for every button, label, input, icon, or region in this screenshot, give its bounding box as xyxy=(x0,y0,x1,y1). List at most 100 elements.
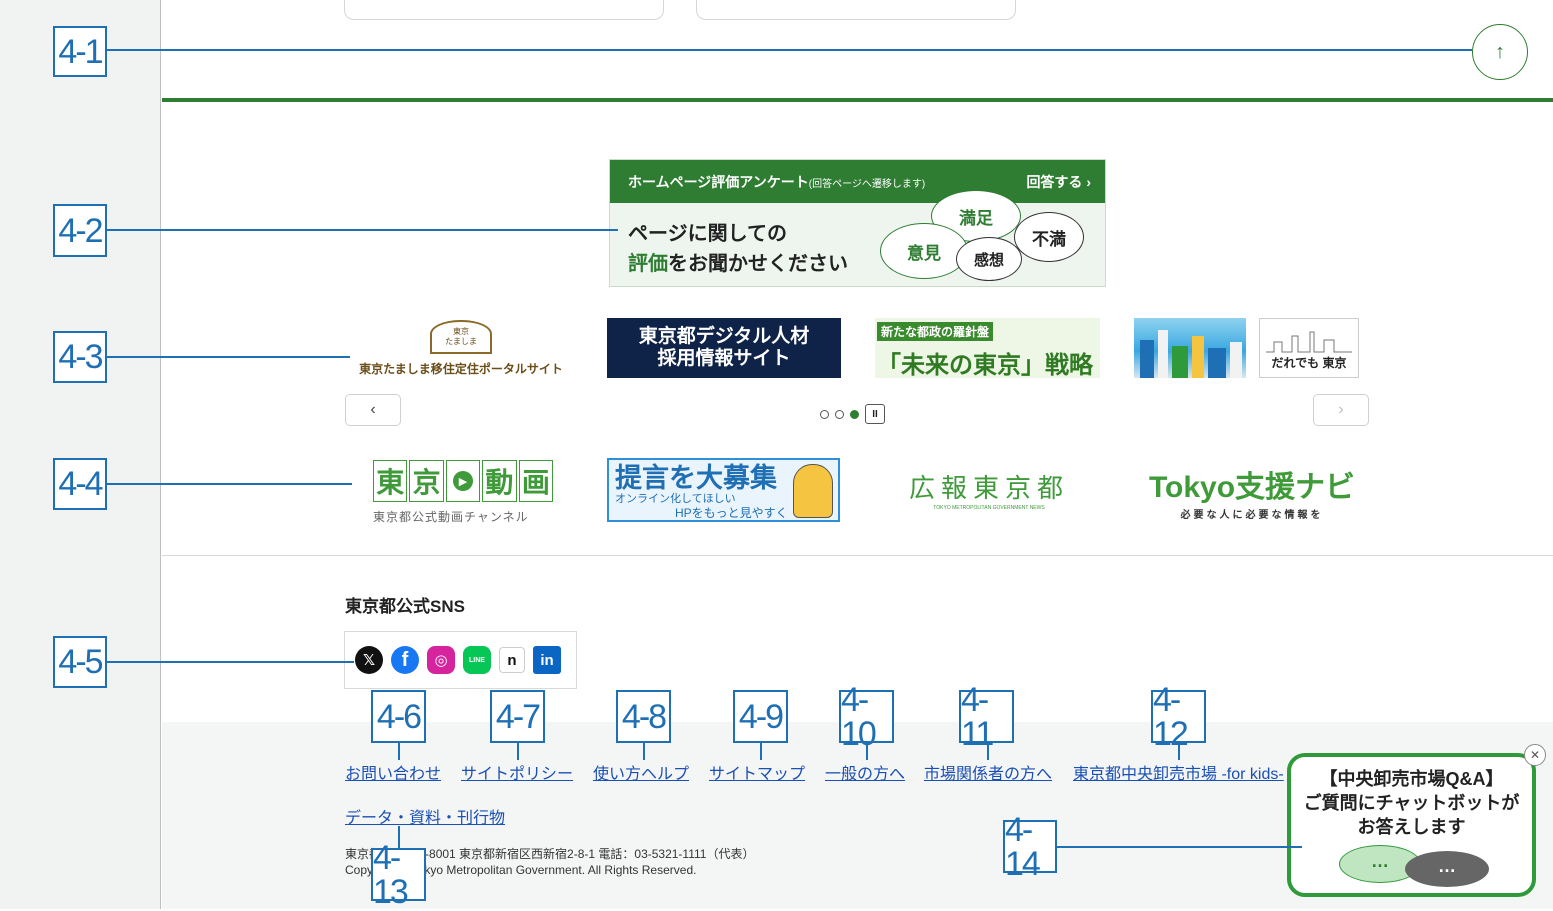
annotation-label: 4-8 xyxy=(616,690,671,743)
chatbot-line1: 【中央卸売市場Q&A】 xyxy=(1319,769,1504,789)
city-banner-image[interactable] xyxy=(1134,318,1246,378)
kids-link[interactable]: 東京都中央卸売市場 -for kids- xyxy=(1073,760,1284,784)
daredemo-tokyo-banner[interactable]: だれでも 東京 xyxy=(1259,318,1359,378)
annotation-line xyxy=(398,742,400,760)
site-policy-link[interactable]: サイトポリシー xyxy=(461,760,573,784)
kouhou-banner[interactable]: 広報東京都 TOKYO METROPOLITAN GOVERNMENT NEWS xyxy=(904,468,1074,511)
sns-heading: 東京都公式SNS xyxy=(345,597,465,616)
arrow-up-icon: ↑ xyxy=(1495,40,1505,63)
carousel-dot[interactable] xyxy=(820,409,829,419)
annotation-label: 4-9 xyxy=(733,690,788,743)
house-icon: 東京 たましま xyxy=(430,319,492,354)
linkedin-icon[interactable]: in xyxy=(533,646,561,674)
douga-char: 画 xyxy=(518,460,554,502)
play-icon: ▶ xyxy=(445,460,481,502)
survey-answer-link[interactable]: 回答する › xyxy=(1026,172,1091,192)
annotation-label: 4-10 xyxy=(839,683,894,751)
carousel-dot-active[interactable] xyxy=(850,409,859,419)
douga-char: 動 xyxy=(482,460,517,502)
navi-subtitle: 必要な人に必要な情報を xyxy=(1180,510,1324,521)
sitemap-link[interactable]: サイトマップ xyxy=(709,760,805,784)
pause-icon: II xyxy=(872,408,878,420)
back-to-top-button[interactable]: ↑ xyxy=(1472,24,1528,80)
footer-divider xyxy=(162,555,1553,556)
help-link[interactable]: 使い方ヘルプ xyxy=(593,760,689,784)
left-sidebar xyxy=(0,0,161,909)
annotation-line xyxy=(106,356,350,358)
annotation-label: 4-2 xyxy=(53,204,107,257)
douga-char: 京 xyxy=(409,460,444,502)
annotation-label: 4-6 xyxy=(371,690,426,743)
support-navi-banner[interactable]: Tokyo支援ナビ 必要な人に必要な情報を xyxy=(1147,462,1357,521)
note-icon[interactable]: n xyxy=(499,647,525,673)
carousel-indicators: II xyxy=(820,404,885,424)
chevron-left-icon: ‹ xyxy=(370,401,376,418)
section-divider xyxy=(162,98,1553,102)
survey-header: ホームページ評価アンケート(回答ページへ遷移します) 回答する › xyxy=(610,160,1105,203)
navi-title: Tokyo支援ナビ xyxy=(1148,471,1356,504)
douga-char: 東 xyxy=(373,460,408,502)
digital-banner-line1: 東京都デジタル人材 xyxy=(638,326,810,347)
future-tokyo-banner[interactable]: 新たな都政の羅針盤 「未来の東京」戦略 xyxy=(875,318,1100,379)
general-public-link[interactable]: 一般の方へ xyxy=(825,760,905,784)
skyline-outline-icon xyxy=(1266,331,1352,353)
sns-links: 𝕏 f ◎ LINE n in xyxy=(344,631,577,689)
survey-title-note: (回答ページへ遷移します) xyxy=(808,178,926,190)
chatbot-widget[interactable]: 【中央卸売市場Q&A】 ご質問にチャットボットが お答えします … … xyxy=(1287,753,1536,897)
facebook-icon[interactable]: f xyxy=(391,646,419,674)
chevron-right-icon: › xyxy=(1338,401,1344,418)
digital-banner-line2: 採用情報サイト xyxy=(657,348,791,369)
annotation-label: 4-3 xyxy=(53,331,107,383)
annotation-label: 4-5 xyxy=(53,636,107,688)
annotation-line xyxy=(517,742,519,760)
data-publications-link[interactable]: データ・資料・刊行物 xyxy=(345,804,505,828)
contact-link[interactable]: お問い合わせ xyxy=(345,760,441,784)
annotation-label: 4-7 xyxy=(490,690,545,743)
daredemo-text: だれでも 東京 xyxy=(1271,356,1347,370)
tamashima-text: 東京たましま移住定住ポータルサイト xyxy=(359,361,563,376)
line-icon[interactable]: LINE xyxy=(463,646,491,674)
card-stub-left xyxy=(344,0,664,20)
city-skyline-icon xyxy=(1140,330,1242,378)
annotation-label: 4-1 xyxy=(53,26,107,77)
annotation-label: 4-14 xyxy=(1003,813,1057,881)
digital-talent-banner[interactable]: 東京都デジタル人材 採用情報サイト xyxy=(607,318,841,378)
annotation-line xyxy=(643,742,645,760)
carousel-dot[interactable] xyxy=(835,409,844,419)
survey-title: ホームページ評価アンケート xyxy=(628,173,809,190)
annotation-line xyxy=(106,483,352,485)
douga-subtitle: 東京都公式動画チャンネル xyxy=(373,510,529,524)
carousel-pause-button[interactable]: II xyxy=(865,404,885,424)
person-illustration-icon xyxy=(793,464,833,518)
card-stub-right xyxy=(696,0,1016,20)
tokyo-douga-banner[interactable]: 東 京 ▶ 動 画 東京都公式動画チャンネル xyxy=(373,460,554,524)
chatbot-close-button[interactable]: ✕ xyxy=(1524,744,1546,766)
teigen-banner[interactable]: 提言を大募集 オンライン化してほしい HPをもっと見やすく xyxy=(607,458,840,522)
chat-bubble-gray-icon: … xyxy=(1405,851,1489,887)
annotation-label: 4-4 xyxy=(53,458,107,510)
carousel-prev-button[interactable]: ‹ xyxy=(345,394,401,426)
carousel-next-button[interactable]: › xyxy=(1313,394,1369,426)
annotation-label: 4-12 xyxy=(1151,683,1206,751)
market-stakeholders-link[interactable]: 市場関係者の方へ xyxy=(924,760,1052,784)
survey-text-line1: ページに関しての xyxy=(628,223,787,245)
annotation-label: 4-11 xyxy=(959,683,1014,751)
annotation-line xyxy=(106,229,618,231)
annotation-line xyxy=(760,742,762,760)
chatbot-line3: お答えします xyxy=(1357,817,1466,837)
future-tag: 新たな都政の羅針盤 xyxy=(877,322,994,341)
kouhou-title: 広報東京都 xyxy=(908,474,1069,504)
annotation-line xyxy=(106,49,1472,51)
survey-text-line2: 評価をお聞かせください xyxy=(628,253,848,275)
annotation-line xyxy=(1056,846,1302,848)
future-main: 「未来の東京」戦略 xyxy=(877,352,1093,379)
tamashima-banner[interactable]: 東京 たましま 東京たましま移住定住ポータルサイト xyxy=(344,318,578,378)
kouhou-subtitle: TOKYO METROPOLITAN GOVERNMENT NEWS xyxy=(933,505,1045,511)
survey-banner[interactable]: ホームページ評価アンケート(回答ページへ遷移します) 回答する › ページに関し… xyxy=(609,159,1106,287)
bubble-dissatisfied: 不満 xyxy=(1014,212,1084,262)
bubble-opinion: 意見 xyxy=(880,223,968,279)
x-icon[interactable]: 𝕏 xyxy=(355,646,383,674)
bubble-impression: 感想 xyxy=(956,237,1022,281)
instagram-icon[interactable]: ◎ xyxy=(427,646,455,674)
annotation-label: 4-13 xyxy=(371,841,426,909)
